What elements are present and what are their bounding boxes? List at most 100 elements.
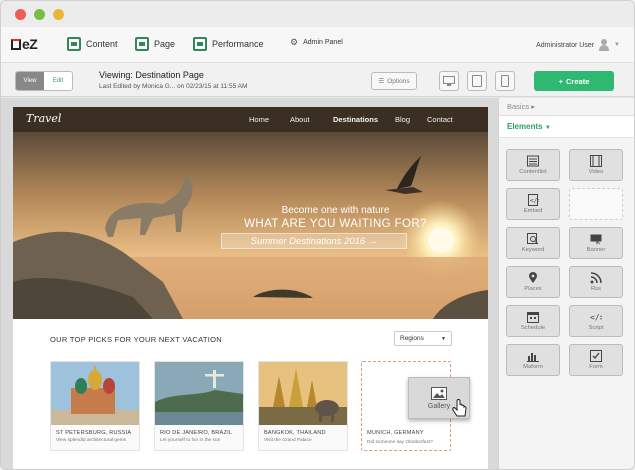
tile-banner[interactable]: Banner [569,227,623,259]
site-preview: Travel Home About Destinations Blog Cont… [13,107,488,469]
user-name: Administrator User [536,41,595,49]
destination-card-st-petersburg[interactable]: ST PETERSBURG, RUSSIA View splendid arch… [50,361,140,451]
svg-text:</>: </> [590,313,602,322]
card-subtitle: Visit the Grand Palace [264,438,312,443]
chevron-down-icon: ▼ [544,125,551,131]
svg-text:</>: </> [530,198,539,205]
tile-places[interactable]: Places [506,266,560,298]
card-subtitle: Did someone say Oktoberfest? [367,440,433,445]
app-window: eZ Content Page Performance ⚙ Admin Pane… [0,0,635,470]
hero-cta-button[interactable]: Summer Destinations 2016 → [221,233,407,249]
mobile-preview-button[interactable] [495,71,515,91]
tile-label: Form [589,364,603,370]
ez-logo[interactable]: eZ [11,36,38,52]
tablet-icon [472,75,482,87]
site-logo[interactable]: Travel [26,112,61,125]
tablet-preview-button[interactable] [467,71,487,91]
list-icon: ☰ [378,78,385,85]
regions-select[interactable]: Regions ▼ [394,331,452,346]
card-image [259,362,347,425]
tile-contentlist[interactable]: Contentlist [506,149,560,181]
search-document-icon [527,233,539,245]
nav-content[interactable]: Content [67,37,118,51]
site-nav-destinations[interactable]: Destinations [333,115,378,124]
tile-keyword[interactable]: Keyword [506,227,560,259]
card-image [155,362,243,425]
user-menu[interactable]: Administrator User ▼ [536,39,620,51]
hero-line-1: Become one with nature [281,205,390,216]
card-title: ST PETERSBURG, RUSSIA [56,430,132,436]
mobile-icon [501,75,509,87]
film-icon [590,155,602,167]
card-subtitle: View splendid architectural gems [56,438,127,443]
ez-logo-icon [11,39,21,50]
site-nav-home[interactable]: Home [249,115,269,124]
desktop-preview-button[interactable] [439,71,459,91]
site-nav-contact[interactable]: Contact [427,115,453,124]
tile-empty-slot [569,188,623,220]
nav-performance[interactable]: Performance [193,37,264,51]
tile-label: Embed [523,208,543,214]
tile-label: Maform [523,364,543,370]
tile-maform[interactable]: Maform [506,344,560,376]
tile-video[interactable]: Video [569,149,623,181]
card-image [51,362,139,425]
tile-label: Banner [586,247,606,253]
gallery-label: Gallery [427,402,451,410]
basics-section-header[interactable]: Basics ▸ [499,98,634,116]
tile-label: Schedule [520,325,546,331]
minimize-window-button[interactable] [53,9,64,20]
image-icon [431,386,447,400]
nav-admin-label: Admin Panel [303,39,343,46]
card-subtitle: Let yourself to fun in the sun [160,438,221,443]
edit-mode-button[interactable]: Edit [44,72,72,90]
tile-rss[interactable]: Rss [569,266,623,298]
chevron-down-icon: ▼ [614,42,620,48]
create-button[interactable]: + Create [534,71,614,91]
title-bar [1,1,634,27]
nav-content-label: Content [86,39,118,49]
chevron-down-icon: ▼ [441,335,446,342]
maximize-window-button[interactable] [34,9,45,20]
hero-banner: Become one with nature WHAT ARE YOU WAIT… [13,132,488,319]
destination-card-rio[interactable]: RIO DE JANEIRO, BRAZIL Let yourself to f… [154,361,244,451]
nav-page-label: Page [154,39,176,49]
tile-embed[interactable]: </> Embed [506,188,560,220]
hand-cursor-icon [452,399,467,417]
view-edit-toggle[interactable]: View Edit [15,71,73,91]
page-info: Viewing: Destination Page Last Edited by… [99,70,247,90]
site-nav-blog[interactable]: Blog [395,115,410,124]
top-navigation: eZ Content Page Performance ⚙ Admin Pane… [1,27,634,63]
tile-label: Contentlist [519,169,547,175]
page-canvas: Travel Home About Destinations Blog Cont… [1,98,498,469]
nav-admin-panel[interactable]: ⚙ Admin Panel [290,37,343,48]
site-nav-about[interactable]: About [290,115,310,124]
avatar [599,39,610,51]
tile-label: Script [588,325,604,331]
options-label: Options [387,77,410,85]
card-title: RIO DE JANEIRO, BRAZIL [160,430,233,436]
tile-form[interactable]: Form [569,344,623,376]
basics-label: Basics [507,102,530,111]
list-icon [527,155,539,167]
section-title: OUR TOP PICKS FOR YOUR NEXT VACATION [50,335,222,344]
last-edited-text: Last Edited by Monica G... on 02/23/15 a… [99,83,248,90]
hero-line-2: WHAT ARE YOU WAITING FOR? [244,218,427,230]
code-icon: </> [590,313,602,322]
tile-label: Places [524,286,542,292]
nav-page[interactable]: Page [135,37,175,51]
content-icon [67,37,81,51]
desktop-icon [443,75,455,86]
tile-script[interactable]: </> Script [569,305,623,337]
nav-performance-label: Performance [212,39,264,49]
elements-section-header[interactable]: Elements ▼ [499,116,634,138]
banner-icon [590,234,602,245]
viewing-title: Viewing: Destination Page [99,70,204,80]
options-button[interactable]: ☰ Options [371,72,417,90]
view-mode-button[interactable]: View [16,72,44,90]
tile-schedule[interactable]: Schedule [506,305,560,337]
bar-chart-icon [527,353,539,362]
destination-card-bangkok[interactable]: BANGKOK, THAILAND Visit the Grand Palace [258,361,348,451]
calendar-icon [527,312,539,323]
close-window-button[interactable] [15,9,26,20]
